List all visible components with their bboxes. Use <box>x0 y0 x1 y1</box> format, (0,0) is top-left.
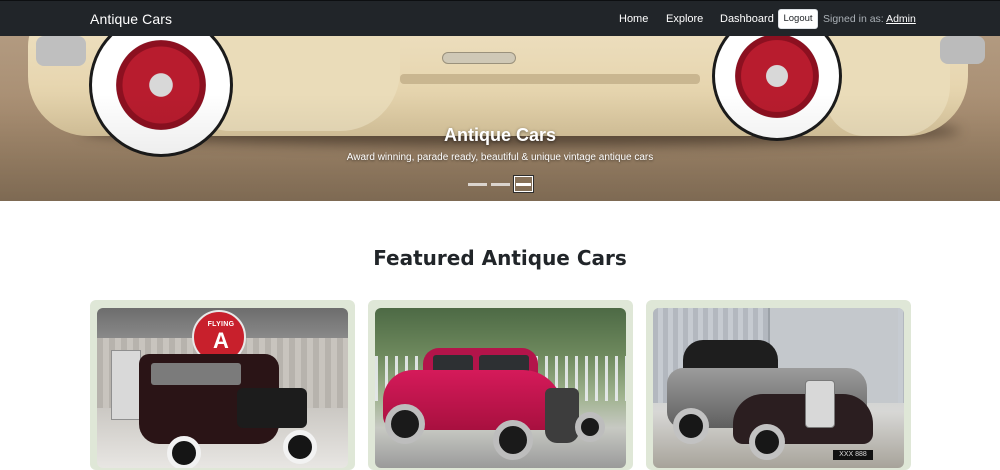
hero-overlay <box>0 36 1000 201</box>
nav-home-link[interactable]: Home <box>619 13 648 25</box>
car-photo-convertible[interactable]: XXX 888 <box>653 308 904 468</box>
convertible-grille <box>805 380 835 428</box>
car-photo-sedan[interactable]: FLYING A <box>97 308 348 468</box>
carousel-indicator-3-active[interactable] <box>514 176 533 192</box>
sign-text: FLYING <box>207 321 235 328</box>
featured-card[interactable]: FLYING A <box>90 300 355 470</box>
hero-subtitle: Award winning, parade ready, beautiful &… <box>346 152 654 163</box>
hot-rod-wheel <box>493 420 533 460</box>
car-photo-hot-rod[interactable] <box>375 308 626 468</box>
hot-rod-wheel <box>575 412 605 442</box>
featured-card[interactable] <box>368 300 633 470</box>
sedan-window <box>151 363 241 385</box>
signed-in-prefix: Signed in as: <box>823 13 884 25</box>
signed-in-text: Signed in as: Admin <box>823 13 916 25</box>
sedan-hood <box>237 388 307 428</box>
hot-rod-grille <box>545 388 579 443</box>
sedan-wheel <box>283 430 317 464</box>
nav-dashboard-link[interactable]: Dashboard <box>720 13 774 25</box>
hero-title: Antique Cars <box>443 125 557 145</box>
license-plate: XXX 888 <box>833 450 873 460</box>
convertible-wheel <box>749 424 785 460</box>
featured-card[interactable]: XXX 888 <box>646 300 911 470</box>
garage-door <box>111 350 141 420</box>
hero-carousel: Antique Cars Award winning, parade ready… <box>0 36 1000 201</box>
sign-letter: A <box>213 328 229 353</box>
carousel-indicator-1[interactable] <box>468 183 487 186</box>
top-navbar: Antique Cars Home Explore Dashboard Logo… <box>0 0 1000 36</box>
nav-explore-link[interactable]: Explore <box>666 13 703 25</box>
nav-links: Home Explore Dashboard Logout Signed in … <box>0 1 1000 37</box>
convertible-wheel <box>673 408 709 444</box>
logout-button[interactable]: Logout <box>778 9 818 29</box>
carousel-indicator-2[interactable] <box>491 183 510 186</box>
hot-rod-wheel <box>385 404 425 444</box>
sedan-wheel <box>167 436 201 468</box>
featured-heading: Featured Antique Cars <box>373 246 627 270</box>
signed-in-user-link[interactable]: Admin <box>886 13 916 25</box>
